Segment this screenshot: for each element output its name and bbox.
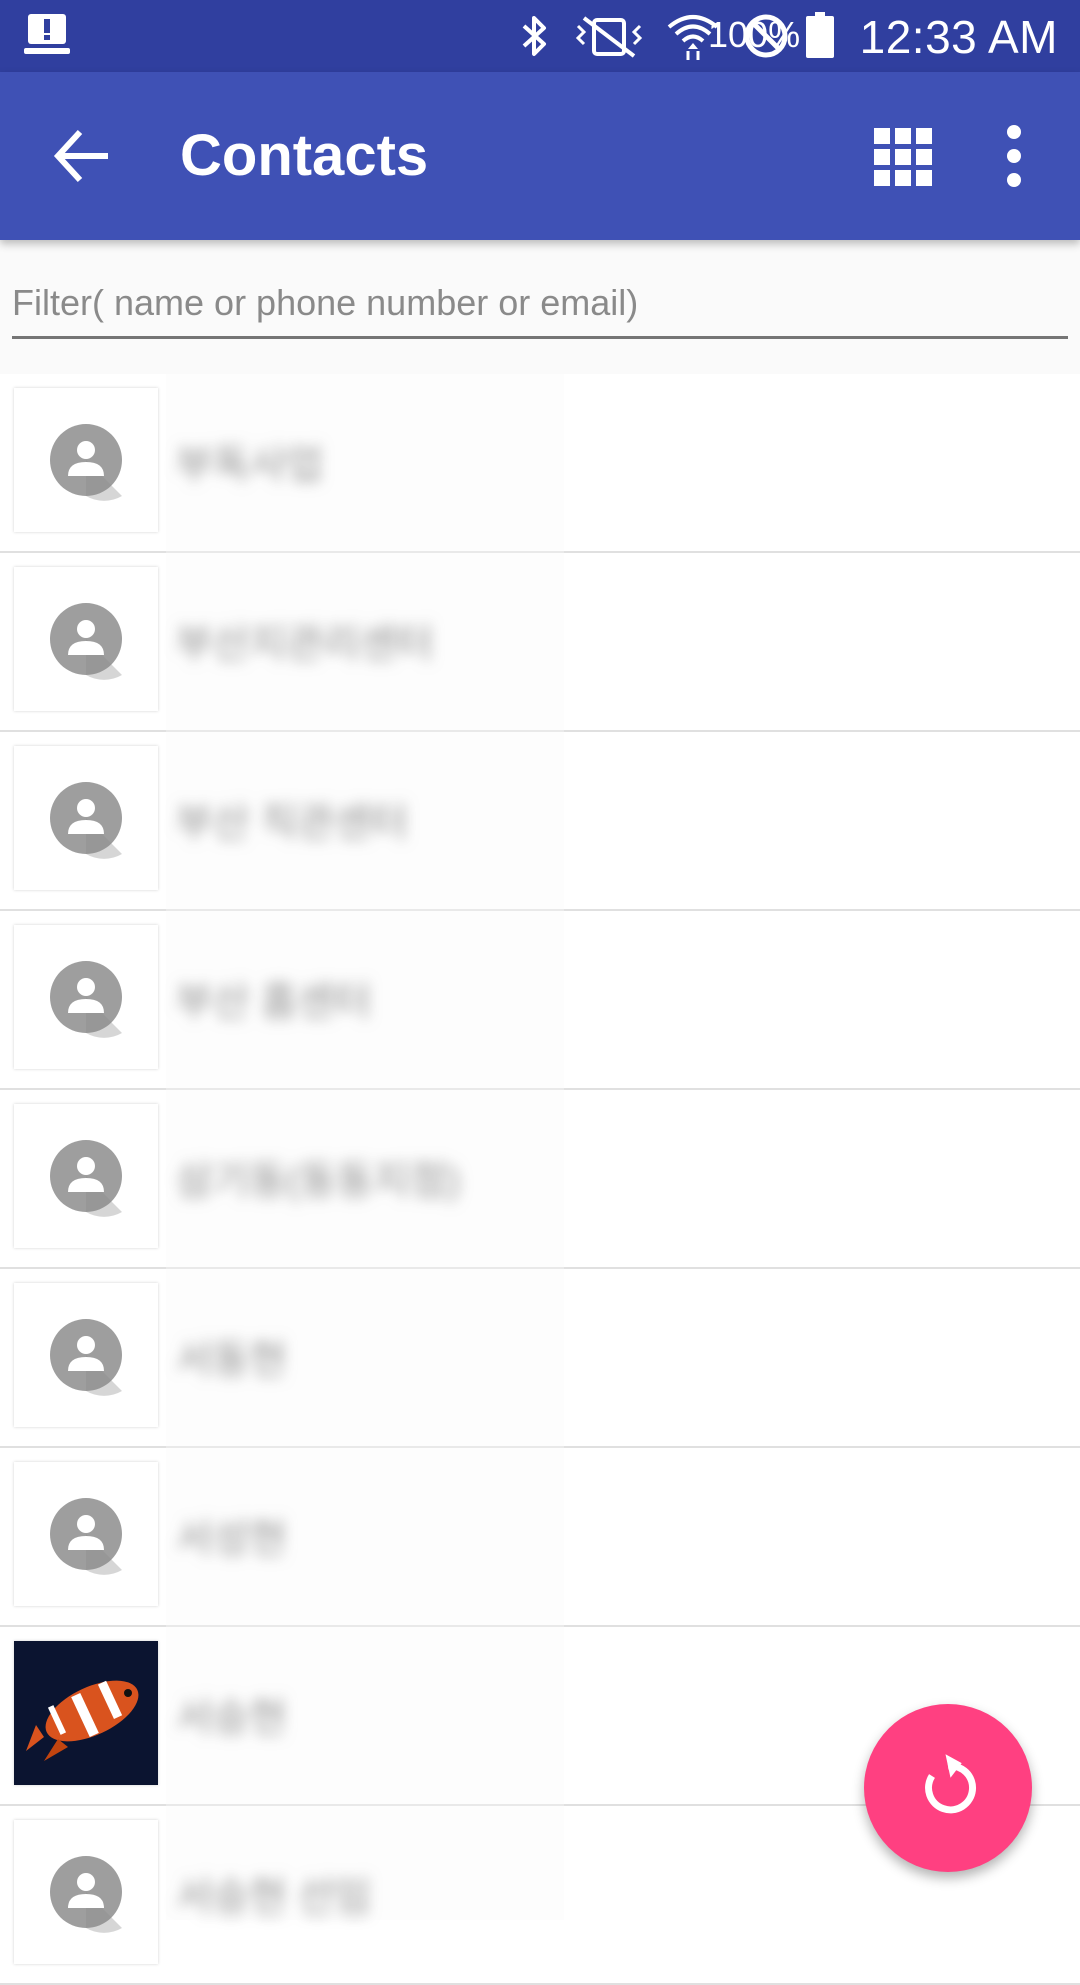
contact-name: 서성현 <box>176 1517 287 1561</box>
contact-row[interactable]: 서동현 <box>0 1269 1080 1448</box>
person-placeholder-icon <box>50 603 122 680</box>
person-placeholder-icon <box>50 782 122 859</box>
contact-name: 부산 직관센터 <box>176 801 408 845</box>
contact-avatar <box>14 1104 158 1248</box>
contact-avatar <box>14 746 158 890</box>
contact-avatar <box>14 1283 158 1427</box>
bluetooth-icon <box>522 16 546 56</box>
person-placeholder-icon <box>50 1498 122 1575</box>
grid-view-icon[interactable] <box>872 126 934 188</box>
alert-icon <box>24 14 70 54</box>
contact-avatar <box>14 1462 158 1606</box>
contact-name: 서동현 <box>176 1338 287 1382</box>
contact-row[interactable]: 부산 직관센터 <box>0 732 1080 911</box>
contact-row[interactable]: 부독사업 <box>0 374 1080 553</box>
page-title: Contacts <box>180 123 429 188</box>
person-placeholder-icon <box>50 1140 122 1217</box>
filter-input[interactable] <box>12 270 1068 339</box>
person-placeholder-icon <box>50 1856 122 1933</box>
more-vert-icon[interactable] <box>990 122 1038 190</box>
status-time: 12:33 AM <box>859 11 1058 63</box>
battery-percent: 100% <box>708 14 801 55</box>
contact-name: 부독사업 <box>176 443 324 487</box>
contact-name: 서승현 선임 <box>176 1875 372 1919</box>
contact-row[interactable]: 부산지관리센터 <box>0 553 1080 732</box>
back-arrow-icon[interactable] <box>50 122 118 190</box>
refresh-icon <box>925 1754 976 1814</box>
app-bar: Contacts <box>0 72 1080 240</box>
contact-name: 부산지관리센터 <box>176 622 434 666</box>
contact-avatar <box>14 567 158 711</box>
clownfish-photo <box>14 1641 158 1785</box>
refresh-button[interactable] <box>864 1704 1032 1872</box>
filter-bar <box>0 240 1080 374</box>
battery-icon <box>806 12 834 58</box>
person-placeholder-icon <box>50 961 122 1038</box>
contact-avatar <box>14 925 158 1069</box>
contact-avatar <box>14 1820 158 1964</box>
contact-row[interactable]: 부산 홈센터 <box>0 911 1080 1090</box>
contact-row[interactable]: 서성현 <box>0 1448 1080 1627</box>
contact-avatar <box>14 1641 158 1785</box>
contact-avatar <box>14 388 158 532</box>
contact-name: 삼기동(동동지점) <box>176 1159 461 1203</box>
contact-row[interactable]: 삼기동(동동지점) <box>0 1090 1080 1269</box>
person-placeholder-icon <box>50 424 122 501</box>
status-bar: 100% 12:33 AM <box>0 0 1080 72</box>
person-placeholder-icon <box>50 1319 122 1396</box>
contact-name: 부산 홈센터 <box>176 980 372 1024</box>
vibrate-off-icon <box>575 16 643 58</box>
contact-name: 서승현 <box>176 1696 287 1740</box>
